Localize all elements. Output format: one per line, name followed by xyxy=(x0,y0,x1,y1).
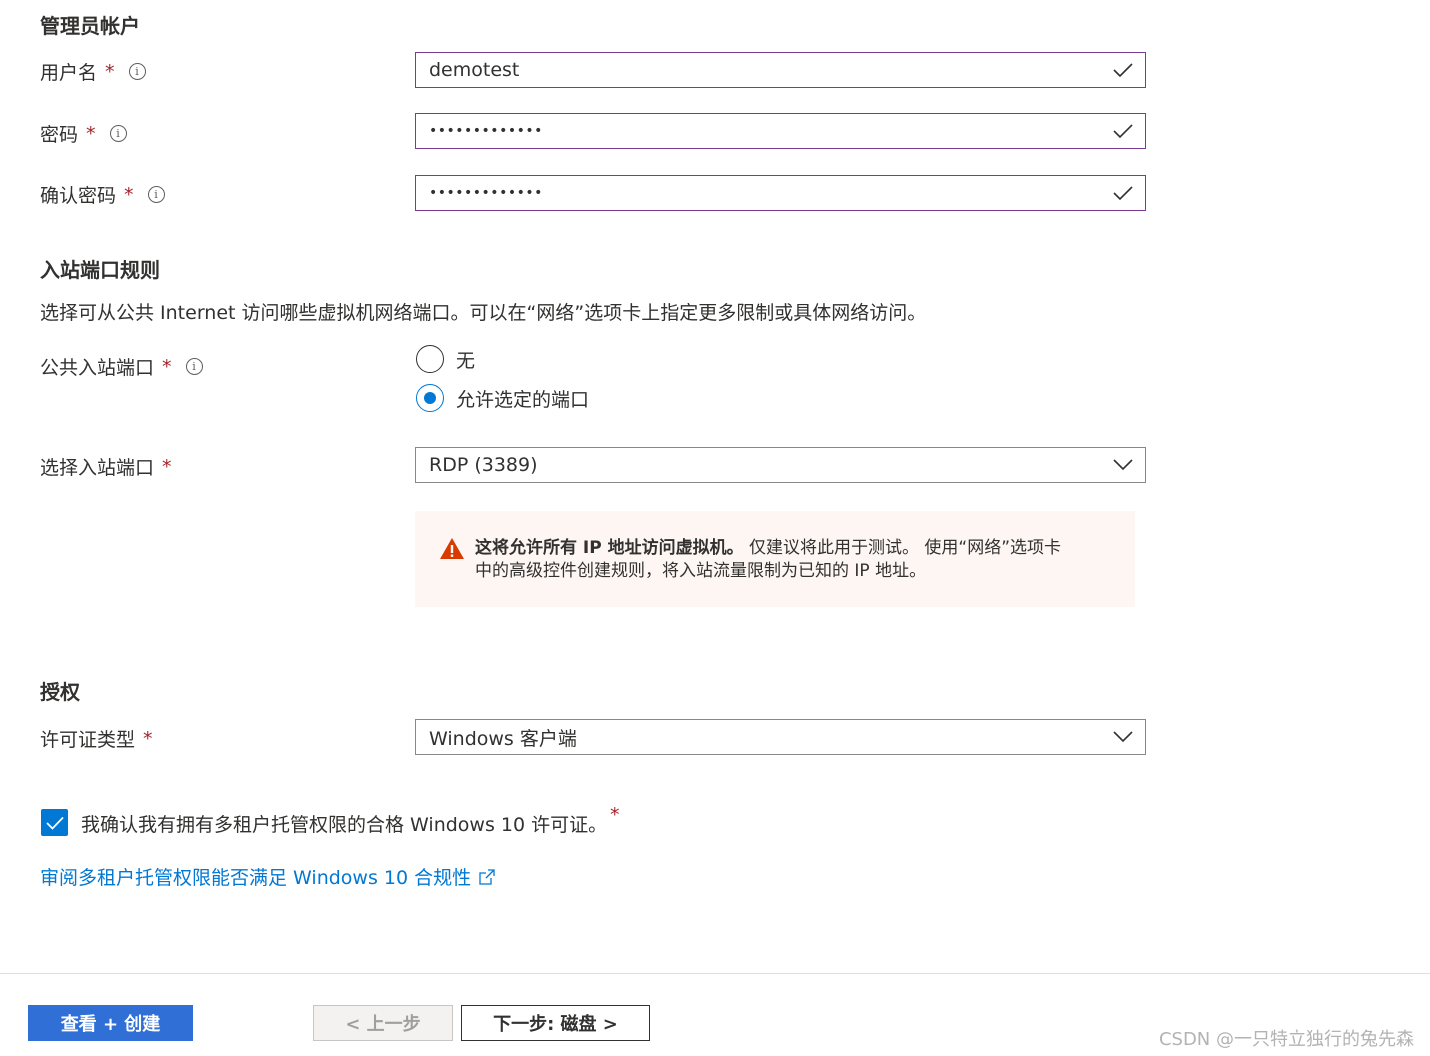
chevron-down-icon xyxy=(1113,731,1133,743)
warning-text: 这将允许所有 IP 地址访问虚拟机。 仅建议将此用于测试。 使用“网络”选项卡 … xyxy=(475,537,1061,607)
warning-message: 这将允许所有 IP 地址访问虚拟机。 仅建议将此用于测试。 使用“网络”选项卡 … xyxy=(415,511,1135,607)
select-inbound-ports-label: 选择入站端口 * xyxy=(40,453,172,480)
info-icon[interactable]: i xyxy=(128,63,146,80)
required-marker: * xyxy=(610,804,620,826)
confirm-password-label-text: 确认密码 xyxy=(40,185,117,207)
select-inbound-ports-label-text: 选择入站端口 xyxy=(40,457,155,479)
checkmark-icon xyxy=(45,816,64,830)
password-input[interactable]: ••••••••••••• xyxy=(415,113,1146,149)
confirm-password-label: 确认密码 * i xyxy=(40,181,165,208)
required-marker: * xyxy=(143,727,153,750)
checkmark-icon xyxy=(1113,124,1133,139)
warning-text-2: 中的高级控件创建规则，将入站流量限制为已知的 IP 地址。 xyxy=(475,561,927,581)
username-value: demotest xyxy=(429,59,520,81)
confirm-password-input[interactable]: ••••••••••••• xyxy=(415,175,1146,211)
review-compliance-link[interactable]: 审阅多租户托管权限能否满足 Windows 10 合规性 xyxy=(40,863,495,890)
previous-button[interactable]: < 上一步 xyxy=(313,1005,453,1041)
radio-none-label: 无 xyxy=(456,349,476,372)
info-icon[interactable]: i xyxy=(109,125,127,142)
license-type-label-text: 许可证类型 xyxy=(40,729,136,751)
radio-none[interactable]: 无 xyxy=(416,345,475,373)
watermark: CSDN @一只特立独行的兔先森 xyxy=(1158,1029,1414,1050)
section-title-inbound-rules: 入站端口规则 xyxy=(40,258,160,282)
review-create-button[interactable]: 查看 + 创建 xyxy=(28,1005,193,1041)
checkmark-icon xyxy=(1113,63,1133,78)
password-value: ••••••••••••• xyxy=(429,123,543,139)
username-input[interactable]: demotest xyxy=(415,52,1146,88)
section-title-licensing: 授权 xyxy=(40,680,80,704)
inbound-description: 选择可从公共 Internet 访问哪些虚拟机网络端口。可以在“网络”选项卡上指… xyxy=(40,302,927,324)
public-inbound-ports-label-text: 公共入站端口 xyxy=(40,357,155,379)
inbound-ports-dropdown[interactable]: RDP (3389) xyxy=(415,447,1146,483)
required-marker: * xyxy=(162,355,172,378)
checkmark-icon xyxy=(1113,186,1133,201)
warning-text-1: 仅建议将此用于测试。 使用“网络”选项卡 xyxy=(743,538,1062,558)
warning-icon xyxy=(440,538,464,559)
username-label-text: 用户名 xyxy=(40,62,98,84)
confirm-password-value: ••••••••••••• xyxy=(429,185,543,201)
section-title-admin-account: 管理员帐户 xyxy=(40,14,140,38)
footer-divider xyxy=(0,973,1430,974)
info-icon[interactable]: i xyxy=(147,186,165,203)
password-label-text: 密码 xyxy=(40,124,79,146)
radio-circle-selected[interactable] xyxy=(416,384,444,412)
required-marker: * xyxy=(86,122,96,145)
radio-allow-label: 允许选定的端口 xyxy=(456,388,590,411)
license-confirm-label[interactable]: 我确认我有拥有多租户托管权限的合格 Windows 10 许可证。 xyxy=(81,810,607,837)
required-marker: * xyxy=(162,455,172,478)
password-label: 密码 * i xyxy=(40,120,127,147)
radio-allow-selected-ports[interactable]: 允许选定的端口 xyxy=(416,384,589,412)
license-confirm-checkbox[interactable] xyxy=(41,809,68,836)
username-label: 用户名 * i xyxy=(40,58,146,85)
external-link-icon xyxy=(479,868,495,885)
license-type-label: 许可证类型 * xyxy=(40,725,153,752)
review-compliance-link-text[interactable]: 审阅多租户托管权限能否满足 Windows 10 合规性 xyxy=(40,863,471,890)
radio-circle[interactable] xyxy=(416,345,444,373)
chevron-down-icon xyxy=(1113,459,1133,471)
license-type-dropdown[interactable]: Windows 客户端 xyxy=(415,719,1146,755)
required-marker: * xyxy=(124,183,134,206)
warning-bold-text: 这将允许所有 IP 地址访问虚拟机。 xyxy=(475,538,744,558)
public-inbound-ports-label: 公共入站端口 * i xyxy=(40,353,203,380)
license-type-value: Windows 客户端 xyxy=(429,727,577,750)
info-icon[interactable]: i xyxy=(185,358,203,375)
next-disks-button[interactable]: 下一步: 磁盘 > xyxy=(461,1005,650,1041)
inbound-ports-value: RDP (3389) xyxy=(429,454,538,476)
required-marker: * xyxy=(105,60,115,83)
